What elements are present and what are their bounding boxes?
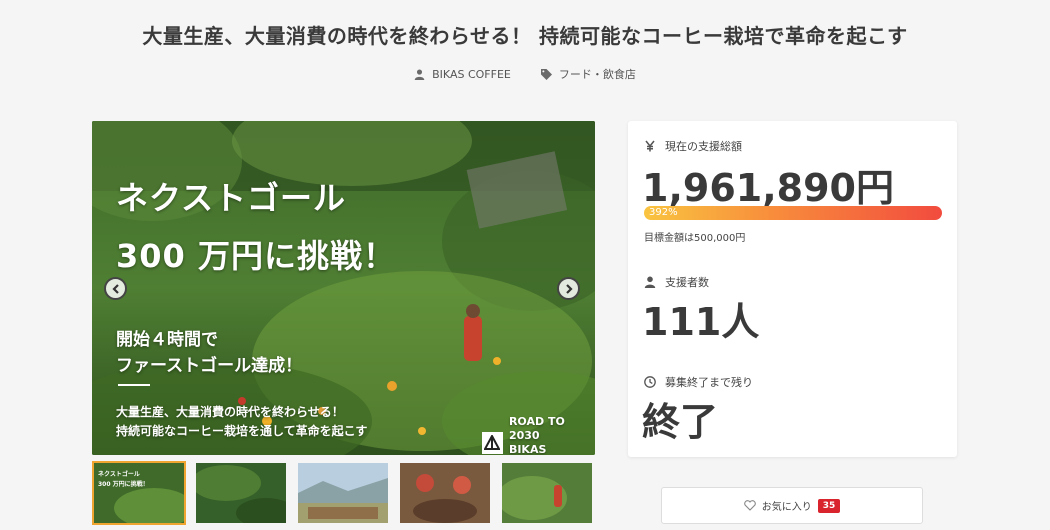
owner-name: BIKAS COFFEE — [432, 67, 511, 81]
thumbnail-5[interactable] — [500, 461, 594, 525]
favorite-count-badge: 35 — [817, 498, 841, 513]
thumbnail-3[interactable] — [296, 461, 390, 525]
thumbnail-1[interactable]: ネクストゴール 300 万円に挑戦！ — [92, 461, 186, 525]
slider-next-button[interactable] — [557, 277, 580, 300]
project-meta: BIKAS COFFEE フード・飲食店 — [0, 66, 1050, 82]
clock-icon — [644, 376, 656, 388]
funding-stats-panel: 現在の支援総額 1,961,890円 392% 目標金額は500,000円 支援… — [628, 121, 957, 457]
slider-prev-button[interactable] — [104, 277, 127, 300]
hero-divider — [118, 384, 150, 386]
progress-fill — [644, 206, 942, 220]
favorite-label: お気に入り — [761, 502, 812, 513]
brand-badge: ROAD TO 2030 BIKAS COFFEE — [482, 415, 595, 455]
goal-amount: 目標金額は500,000円 — [644, 233, 746, 244]
chevron-right-icon — [565, 283, 573, 294]
brand-badge-line2: BIKAS COFFEE — [508, 443, 547, 455]
hero-subline-1: 開始４時間で — [116, 330, 218, 350]
hero-headline-2: 300 万円に挑戦！ — [116, 237, 396, 275]
thumbnail-1-text-2: 300 万円に挑戦！ — [98, 481, 149, 488]
thumbnail-1-text-1: ネクストゴール — [98, 471, 140, 478]
total-label-row: 現在の支援総額 — [644, 138, 742, 154]
remaining-label: 募集終了まで残り — [665, 376, 753, 389]
progress-bar: 392% — [644, 206, 942, 220]
supporters-label-row: 支援者数 — [644, 274, 709, 290]
supporters-icon — [644, 276, 656, 288]
hero-caption-1: 大量生産、大量消費の時代を終わらせる！ — [116, 405, 344, 419]
chevron-left-icon — [111, 283, 119, 294]
category-name: フード・飲食店 — [558, 68, 636, 81]
thumbnail-4[interactable] — [398, 461, 492, 525]
category-link[interactable]: フード・飲食店 — [540, 66, 636, 82]
brand-badge-line1: ROAD TO 2030 — [508, 415, 565, 442]
remaining-label-row: 募集終了まで残り — [644, 374, 753, 390]
supporters-label: 支援者数 — [665, 276, 709, 289]
user-icon — [414, 68, 425, 80]
supporters-count: 111人 — [642, 300, 760, 344]
hero-subline-2: ファーストゴール達成！ — [116, 356, 303, 376]
heart-icon — [743, 500, 756, 511]
remaining-value: 終了 — [642, 400, 719, 444]
project-title: 大量生産、大量消費の時代を終わらせる！ 持続可能なコーヒー栽培で革命を起こす — [142, 24, 908, 48]
progress-percent: 392% — [649, 207, 678, 218]
brand-logo-icon — [482, 432, 503, 454]
owner-link[interactable]: BIKAS COFFEE — [414, 66, 511, 82]
total-amount: 1,961,890円 — [642, 166, 894, 210]
favorite-button[interactable]: お気に入り 35 — [661, 487, 923, 524]
thumbnail-2[interactable] — [194, 461, 288, 525]
hero-caption-2: 持続可能なコーヒー栽培を通して革命を起こす — [116, 424, 368, 438]
thumbnail-strip: ネクストゴール 300 万円に挑戦！ — [92, 461, 594, 525]
hero-image-slider[interactable]: ネクストゴール 300 万円に挑戦！ 開始４時間で ファーストゴール達成！ 大量… — [92, 121, 595, 455]
total-label: 現在の支援総額 — [665, 140, 742, 153]
tag-icon — [540, 68, 552, 80]
hero-headline-1: ネクストゴール — [116, 179, 347, 217]
yen-icon — [645, 140, 655, 152]
